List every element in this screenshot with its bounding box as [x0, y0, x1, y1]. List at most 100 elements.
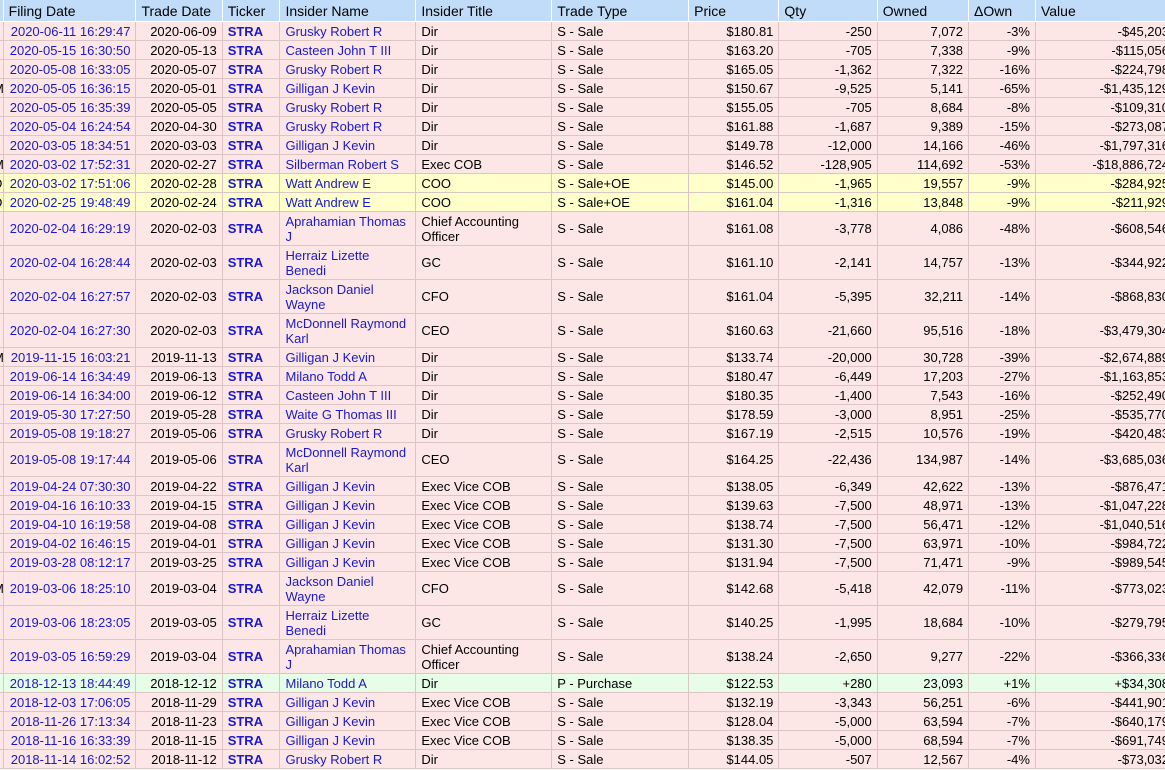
insider-name-cell[interactable]: Gilligan J Kevin [279, 476, 417, 496]
ticker-link[interactable]: STRA [228, 676, 263, 691]
ticker-cell[interactable]: STRA [222, 116, 281, 136]
column-header-ticker[interactable]: Ticker [222, 0, 281, 22]
filing-date-cell[interactable]: 2019-11-15 16:03:21 [3, 347, 137, 367]
ticker-link[interactable]: STRA [228, 498, 263, 513]
filing-date-cell[interactable]: 2019-04-16 16:10:33 [3, 495, 137, 515]
column-header-delta-own[interactable]: ΔOwn [968, 0, 1036, 22]
ticker-link[interactable]: STRA [228, 388, 263, 403]
table-row[interactable]: 2020-02-04 16:28:44 2020-02-03 STRA Herraiz… [0, 245, 1165, 280]
ticker-link[interactable]: STRA [228, 733, 263, 748]
insider-name-cell[interactable]: Grusky Robert R [279, 97, 417, 117]
insider-name-link[interactable]: Aprahamian Thomas J [285, 214, 405, 244]
insider-name-link[interactable]: Jackson Daniel Wayne [285, 282, 373, 312]
insider-name-cell[interactable]: Gilligan J Kevin [279, 78, 417, 98]
filing-date-link[interactable]: 2020-02-04 16:27:30 [10, 323, 131, 338]
filing-date-link[interactable]: 2020-02-04 16:28:44 [10, 255, 131, 270]
table-row[interactable]: 2018-11-16 16:33:39 2018-11-15 STRA Gilliga… [0, 730, 1165, 750]
insider-name-cell[interactable]: Herraiz Lizette Benedi [279, 245, 417, 280]
filing-date-cell[interactable]: 2019-03-05 16:59:29 [3, 639, 137, 674]
insider-name-link[interactable]: Gilligan J Kevin [285, 536, 375, 551]
ticker-link[interactable]: STRA [228, 255, 263, 270]
ticker-cell[interactable]: STRA [222, 192, 281, 212]
ticker-cell[interactable]: STRA [222, 749, 281, 769]
table-row[interactable]: 2019-06-14 16:34:00 2019-06-12 STRA Casteen… [0, 385, 1165, 405]
table-row[interactable]: D2020-03-02 17:51:062020-02-28STRAWatt A… [0, 173, 1165, 193]
filing-date-cell[interactable]: 2018-11-16 16:33:39 [3, 730, 137, 750]
ticker-link[interactable]: STRA [228, 195, 263, 210]
insider-name-link[interactable]: Gilligan J Kevin [285, 714, 375, 729]
insider-name-link[interactable]: Waite G Thomas III [285, 407, 396, 422]
column-header-qty[interactable]: Qty [778, 0, 878, 22]
ticker-link[interactable]: STRA [228, 752, 263, 767]
table-row[interactable]: 2018-12-03 17:06:05 2018-11-29 STRA Gilliga… [0, 692, 1165, 712]
ticker-link[interactable]: STRA [228, 138, 263, 153]
ticker-link[interactable]: STRA [228, 555, 263, 570]
insider-name-cell[interactable]: Gilligan J Kevin [279, 533, 417, 553]
table-row[interactable]: 2019-03-06 18:23:05 2019-03-05 STRA Herraiz… [0, 605, 1165, 640]
insider-name-link[interactable]: Watt Andrew E [285, 176, 371, 191]
ticker-link[interactable]: STRA [228, 289, 263, 304]
filing-date-cell[interactable]: 2020-02-25 19:48:49 [3, 192, 137, 212]
filing-date-cell[interactable]: 2020-03-02 17:52:31 [3, 154, 137, 174]
ticker-cell[interactable]: STRA [222, 711, 281, 731]
table-row[interactable]: 2019-03-28 08:12:17 2019-03-25 STRA Gilliga… [0, 552, 1165, 572]
insider-name-link[interactable]: Milano Todd A [285, 369, 366, 384]
insider-name-cell[interactable]: Grusky Robert R [279, 116, 417, 136]
filing-date-link[interactable]: 2019-06-14 16:34:49 [10, 369, 131, 384]
filing-date-cell[interactable]: 2020-05-04 16:24:54 [3, 116, 137, 136]
insider-name-cell[interactable]: Watt Andrew E [279, 192, 417, 212]
insider-name-link[interactable]: Gilligan J Kevin [285, 138, 375, 153]
ticker-cell[interactable]: STRA [222, 533, 281, 553]
filing-date-cell[interactable]: 2019-06-14 16:34:49 [3, 366, 137, 386]
filing-date-link[interactable]: 2018-11-14 16:02:52 [11, 752, 131, 767]
insider-name-link[interactable]: Silberman Robert S [285, 157, 398, 172]
filing-date-link[interactable]: 2020-02-25 19:48:49 [10, 195, 131, 210]
insider-name-cell[interactable]: Gilligan J Kevin [279, 495, 417, 515]
filing-date-link[interactable]: 2020-03-02 17:51:06 [10, 176, 131, 191]
table-row[interactable]: 2020-05-08 16:33:05 2020-05-07 STRA Grusky … [0, 59, 1165, 79]
ticker-link[interactable]: STRA [228, 176, 263, 191]
table-row[interactable]: 2020-05-05 16:35:39 2020-05-05 STRA Grusky … [0, 97, 1165, 117]
insider-name-link[interactable]: Jackson Daniel Wayne [285, 574, 373, 604]
ticker-cell[interactable]: STRA [222, 347, 281, 367]
insider-name-cell[interactable]: Jackson Daniel Wayne [279, 571, 417, 606]
filing-date-link[interactable]: 2019-11-15 16:03:21 [11, 350, 131, 365]
table-row[interactable]: 2019-06-14 16:34:49 2019-06-13 STRA Milano … [0, 366, 1165, 386]
column-header-insider-title[interactable]: Insider Title [415, 0, 553, 22]
table-row[interactable]: 2018-11-14 16:02:52 2018-11-12 STRA Grusky … [0, 749, 1165, 769]
filing-date-cell[interactable]: 2019-04-24 07:30:30 [3, 476, 137, 496]
insider-name-cell[interactable]: Grusky Robert R [279, 749, 417, 769]
table-row[interactable]: 2020-06-11 16:29:47 2020-06-09 STRA Grusky … [0, 21, 1165, 41]
ticker-cell[interactable]: STRA [222, 40, 281, 60]
insider-name-cell[interactable]: Gilligan J Kevin [279, 552, 417, 572]
ticker-link[interactable]: STRA [228, 714, 263, 729]
insider-name-cell[interactable]: Aprahamian Thomas J [279, 211, 417, 246]
insider-name-link[interactable]: Casteen John T III [285, 43, 391, 58]
insider-name-link[interactable]: McDonnell Raymond Karl [285, 445, 406, 475]
filing-date-link[interactable]: 2018-11-16 16:33:39 [11, 733, 131, 748]
filing-date-cell[interactable]: 2020-05-05 16:35:39 [3, 97, 137, 117]
filing-date-link[interactable]: 2019-04-16 16:10:33 [10, 498, 131, 513]
table-row[interactable]: 2019-05-08 19:18:27 2019-05-06 STRA Grusky … [0, 423, 1165, 443]
table-row[interactable]: 2019-03-05 16:59:29 2019-03-04 STRA Apraham… [0, 639, 1165, 674]
ticker-link[interactable]: STRA [228, 62, 263, 77]
filing-date-link[interactable]: 2019-05-30 17:27:50 [10, 407, 131, 422]
filing-date-link[interactable]: 2019-04-10 16:19:58 [10, 517, 131, 532]
insider-name-cell[interactable]: Grusky Robert R [279, 423, 417, 443]
ticker-cell[interactable]: STRA [222, 97, 281, 117]
ticker-cell[interactable]: STRA [222, 673, 281, 693]
ticker-cell[interactable]: STRA [222, 366, 281, 386]
insider-name-cell[interactable]: Gilligan J Kevin [279, 730, 417, 750]
ticker-link[interactable]: STRA [228, 81, 263, 96]
ticker-cell[interactable]: STRA [222, 442, 281, 477]
filing-date-cell[interactable]: 2020-05-15 16:30:50 [3, 40, 137, 60]
filing-date-link[interactable]: 2019-03-05 16:59:29 [10, 649, 131, 664]
filing-date-cell[interactable]: 2018-11-14 16:02:52 [3, 749, 137, 769]
insider-name-cell[interactable]: Herraiz Lizette Benedi [279, 605, 417, 640]
insider-name-link[interactable]: Grusky Robert R [285, 62, 382, 77]
insider-name-cell[interactable]: Watt Andrew E [279, 173, 417, 193]
ticker-cell[interactable]: STRA [222, 279, 281, 314]
insider-name-link[interactable]: Grusky Robert R [285, 100, 382, 115]
insider-name-cell[interactable]: Casteen John T III [279, 385, 417, 405]
insider-name-cell[interactable]: McDonnell Raymond Karl [279, 442, 417, 477]
